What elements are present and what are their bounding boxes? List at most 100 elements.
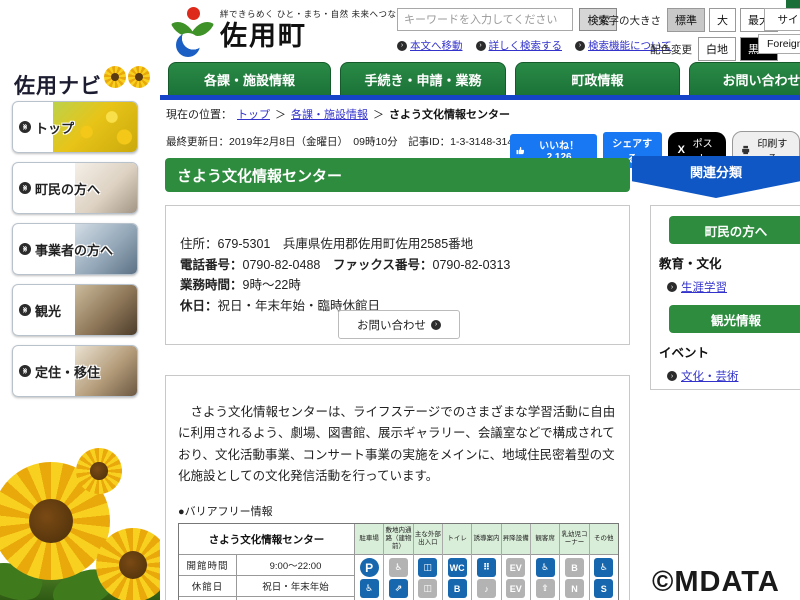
bf-column-5: 昇降設備EVEVEV [502,524,531,600]
related-links-box: 町民の方へ教育・文化›生涯学習観光情報イベント›文化・芸術 [650,205,800,390]
breadcrumb: 現在の位置：トップ＞各課・施設情報＞さよう文化情報センター [166,106,510,122]
bf-icon-stack: EVEVEV [502,555,530,600]
slope-walk-icon: ⇗ [389,579,408,598]
arrow-circle-icon: › [19,304,31,316]
arrow-circle-icon: › [667,371,677,381]
bf-column-header: 敷地内通路（建物前） [384,524,412,555]
bf-row-value: 9:00～22:00 [237,555,354,575]
tab-3[interactable]: お問い合わせ [689,62,800,95]
color-white-button[interactable]: 白地 [698,37,736,61]
bf-column-header: その他 [590,524,618,555]
label-text: 観光 [35,301,61,320]
related-link-item: › 文化・芸術 [667,368,800,384]
label-text: 事業者の方へ [35,240,113,259]
page-root: 佐用ナビ ›トップ›町民の方へ›事業者の方へ›観光›定住・移住 絆できらめく ひ… [0,0,800,600]
label-text: トップ [35,118,74,137]
arrow-circle-icon: › [19,243,31,255]
sidebar-item-1[interactable]: › 町民の方へ [12,162,138,214]
related-link-item: › 生涯学習 [667,279,800,295]
font-size-large-button[interactable]: 大 [709,8,736,32]
sunflower-image [96,528,160,600]
breadcrumb-current: さよう文化情報センター [389,106,510,122]
audio-guide-icon: ♪ [477,579,496,598]
font-size-standard-button[interactable]: 標準 [667,8,705,32]
left-sidebar: 佐用ナビ ›トップ›町民の方へ›事業者の方へ›観光›定住・移住 [0,0,160,600]
tab-1[interactable]: 手続き・申請・業務 [340,62,506,95]
facility-hours: 業務時間：9時～22時 [180,275,615,296]
facility-description: さよう文化情報センターは、ライフステージでのさまざまな学習活動に自由に利用される… [178,402,617,487]
cloud-decoration [70,420,160,446]
tab-2[interactable]: 町政情報 [515,62,680,95]
wc-icon: WC [448,558,467,577]
door-icon: ◫ [418,579,437,598]
wheelchair-parking-icon: ♿ [360,579,379,598]
x-logo-icon: X [678,144,685,156]
parking-icon: P [360,558,379,577]
header: 絆できらめく ひと・まち・自然 未来へつなぐ 共生の郷 佐用町 検索 ›本文へ移… [160,0,800,62]
header-link-1[interactable]: 詳しく検索する [489,38,563,53]
printer-icon [741,145,750,155]
main-nav: 各課・施設情報手続き・申請・業務町政情報お問い合わせ [160,62,800,100]
foreign-language-button[interactable]: Foreign Language [758,34,800,54]
thumb-up-icon [516,146,524,155]
sidebar-item-label: › トップ [13,118,74,137]
color-scheme-label: 配色変更 [650,42,692,57]
elevator-icon: EV [506,558,525,577]
bf-icon-stack: ⠿♪⠛? [472,555,500,600]
sidebar-item-4[interactable]: ›定住・移住 [12,345,138,397]
bf-column-8: その他♿S♥ [590,524,618,600]
bf-column-header: 昇降設備 [502,524,530,555]
header-link-item: ›本文へ移動 [397,38,463,53]
breadcrumb-link-0[interactable]: トップ [237,106,270,122]
nav-underline [160,95,800,100]
related-link[interactable]: 文化・芸術 [681,368,739,384]
bf-column-0: 駐車場P♿ [355,524,384,600]
facility-address: 住所：679-5301 兵庫県佐用郡佐用町佐用2585番地 [180,234,615,255]
bf-table-row: 休館日祝日・年末年始 [179,576,354,597]
bf-row-value: 祝日・年末年始 [237,576,354,596]
page-title: さよう文化情報センター [165,158,630,192]
arrow-circle-icon: › [19,365,31,377]
bf-column-header: トイレ [443,524,471,555]
sidebar-item-label: › 観光 [13,301,61,320]
related-link[interactable]: 生涯学習 [681,279,727,295]
arrow-circle-icon: › [19,182,31,194]
font-size-label: 文字の大きさ [598,13,661,28]
related-section-button-0[interactable]: 町民の方へ [669,216,800,244]
breadcrumb-label: 現在の位置： [166,106,232,122]
bf-icon-stack: ♿⇗♿ [384,555,412,600]
sidebar-item-0[interactable]: › トップ [12,101,138,153]
tab-0[interactable]: 各課・施設情報 [168,62,331,95]
bf-column-header: 乳幼児コーナー [560,524,588,555]
path-wheelchair-icon: ♿ [389,558,408,577]
bf-column-3: トイレWCB♿O [443,524,472,600]
sidebar-item-label: ›定住・移住 [13,362,100,381]
related-category-label: 教育・文化 [659,253,800,272]
bf-icon-stack: BN [560,555,588,600]
search-input[interactable] [397,8,573,31]
bf-column-header: 主な外部出入口 [414,524,442,555]
bf-table-row: 開館時間9:00～22:00 [179,555,354,576]
inquiry-button[interactable]: お問い合わせ › [338,310,460,339]
sitemap-button[interactable]: サイトマップ [764,8,800,31]
bf-icon-stack: WCB♿O [443,555,471,600]
sidebar-item-photo [75,285,137,335]
sidebar-item-2[interactable]: › 事業者の方へ [12,223,138,275]
header-link-0[interactable]: 本文へ移動 [410,38,463,53]
arrow-circle-icon: › [19,121,31,133]
bf-column-header: 誘導案内 [472,524,500,555]
sidebar-item-3[interactable]: › 観光 [12,284,138,336]
arrow-circle-icon: › [431,320,441,330]
label-text: 町民の方へ [35,179,100,198]
related-section-button-1[interactable]: 観光情報 [669,305,800,333]
seat-access-icon: ⇧ [536,579,555,598]
bf-icon-stack: P♿ [355,555,383,600]
barrier-free-label: ●バリアフリー情報 [178,503,617,519]
wheelchair-rental-icon: ♿ [594,558,613,577]
left-nav: › トップ › 町民の方へ › 事業者の方へ › 観光 ›定住・移住 [12,101,138,397]
search-area: 検索 [397,8,617,31]
bf-column-4: 誘導案内⠿♪⠛? [472,524,501,600]
bf-row-label: 休館日 [179,576,237,596]
breadcrumb-link-1[interactable]: 各課・施設情報 [291,106,368,122]
arrow-circle-icon: › [667,282,677,292]
